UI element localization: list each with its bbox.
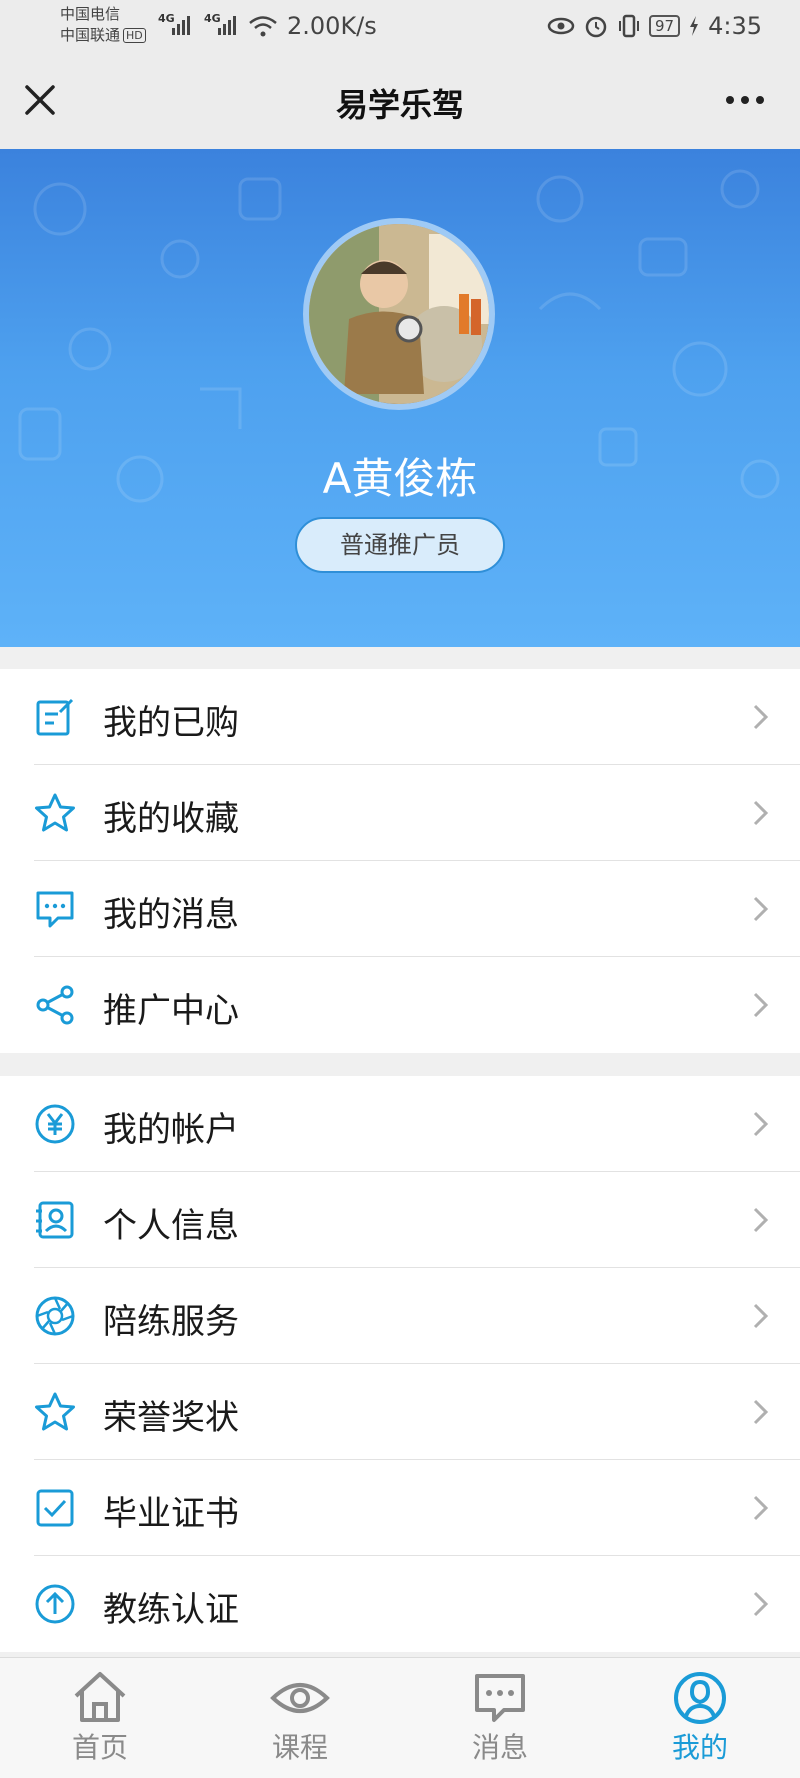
battery-level: 97: [649, 15, 681, 37]
menu-item-label: 推广中心: [103, 991, 239, 1031]
menu-item-label: 陪练服务: [103, 1302, 239, 1342]
tab-label: 首页: [71, 1731, 128, 1764]
star-icon: [35, 1392, 75, 1431]
menu-item-label: 我的已购: [103, 703, 239, 743]
chevron-right-icon: [753, 800, 769, 826]
checkbox-icon: [36, 1489, 74, 1527]
carrier-1: 中国电信: [60, 5, 121, 23]
chevron-right-icon: [753, 1399, 769, 1425]
user-name: A黄俊栋: [322, 454, 478, 503]
menu-item-practice-service[interactable]: 陪练服务: [0, 1268, 800, 1364]
more-options-icon[interactable]: [720, 80, 770, 120]
title-bar: 易学乐驾: [0, 52, 800, 149]
share-icon: [36, 985, 74, 1025]
edit-note-icon: [36, 698, 74, 736]
eye-comfort-icon: [547, 17, 575, 35]
menu-item-certificate[interactable]: 毕业证书: [0, 1460, 800, 1556]
hd-badge: HD: [123, 28, 146, 43]
contact-card-icon: [36, 1201, 74, 1239]
menu-item-label: 我的帐户: [103, 1110, 239, 1150]
menu-item-honors[interactable]: 荣誉奖状: [0, 1364, 800, 1460]
tab-mine[interactable]: 我的: [600, 1658, 800, 1778]
menu-item-account[interactable]: 我的帐户: [0, 1076, 800, 1172]
menu-item-label: 我的收藏: [103, 799, 239, 839]
user-icon: [674, 1672, 726, 1724]
signal-icon-2: [218, 16, 236, 35]
vibrate-icon: [619, 14, 639, 38]
eye-icon: [270, 1683, 330, 1713]
chevron-right-icon: [753, 1303, 769, 1329]
menu-item-promotion-center[interactable]: 推广中心: [0, 957, 800, 1053]
menu-item-personal-info[interactable]: 个人信息: [0, 1172, 800, 1268]
menu-group-primary: 我的已购 我的收藏 我的消息 推广中心: [0, 669, 800, 1053]
chevron-right-icon: [753, 896, 769, 922]
tab-label: 消息: [471, 1731, 528, 1764]
tab-label: 我的: [671, 1731, 728, 1764]
wifi-icon: [249, 16, 277, 37]
chevron-right-icon: [753, 1591, 769, 1617]
menu-item-label: 个人信息: [103, 1206, 239, 1246]
chevron-right-icon: [753, 992, 769, 1018]
menu-item-coach-certification[interactable]: 教练认证: [0, 1556, 800, 1652]
tab-home[interactable]: 首页: [0, 1658, 200, 1778]
charging-icon: [690, 16, 699, 36]
signal-icon: [172, 16, 190, 35]
tab-courses[interactable]: 课程: [200, 1658, 400, 1778]
carrier-2: 中国联通: [60, 26, 121, 44]
network-speed: 2.00K/s: [287, 12, 377, 40]
home-icon: [74, 1672, 126, 1722]
menu-item-label: 荣誉奖状: [103, 1398, 239, 1438]
chevron-right-icon: [753, 1207, 769, 1233]
page-title: 易学乐驾: [335, 86, 464, 124]
profile-header: A黄俊栋 普通推广员: [0, 149, 800, 647]
menu-item-purchased[interactable]: 我的已购: [0, 669, 800, 765]
status-right: 97 4:35: [547, 12, 762, 40]
tab-label: 课程: [271, 1731, 328, 1764]
avatar-photo: [309, 224, 489, 404]
menu-item-favorites[interactable]: 我的收藏: [0, 765, 800, 861]
carrier-info: 中国电信 中国联通 HD: [60, 4, 146, 46]
menu-item-label: 我的消息: [103, 895, 239, 935]
menu-group-secondary: 我的帐户 个人信息 陪练服务 荣誉奖状 毕业证书 教练认证: [0, 1076, 800, 1652]
alarm-icon: [585, 16, 607, 38]
chevron-right-icon: [753, 1111, 769, 1137]
message-icon: [475, 1674, 525, 1722]
star-icon: [35, 793, 75, 832]
role-badge: 普通推广员: [295, 517, 505, 573]
avatar[interactable]: [303, 218, 495, 410]
chevron-right-icon: [753, 704, 769, 730]
status-bar: 中国电信 中国联通 HD 4G 4G 2.00K/s 97 4:35: [0, 0, 800, 52]
upload-circle-icon: [35, 1584, 75, 1624]
menu-item-label: 毕业证书: [103, 1494, 239, 1534]
menu-item-label: 教练认证: [103, 1590, 239, 1630]
bottom-nav: 首页 课程 消息 我的: [0, 1657, 800, 1778]
clock: 4:35: [708, 12, 762, 40]
aperture-icon: [35, 1296, 75, 1336]
chevron-right-icon: [753, 1495, 769, 1521]
yen-icon: [35, 1104, 75, 1144]
menu-item-messages[interactable]: 我的消息: [0, 861, 800, 957]
tab-messages[interactable]: 消息: [400, 1658, 600, 1778]
chat-bubble-icon: [36, 891, 74, 928]
